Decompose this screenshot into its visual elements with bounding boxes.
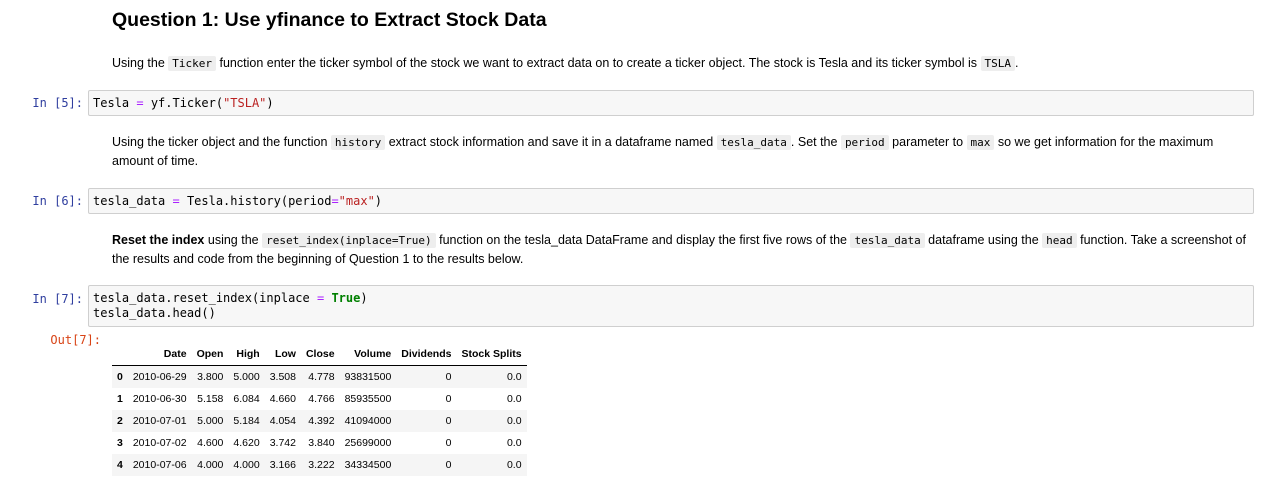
inline-code-head: head [1042,233,1077,248]
row-index: 2 [117,415,123,427]
row-index: 4 [117,459,123,471]
table-cell: 5.184 [233,415,260,427]
table-cell: 3.800 [197,371,224,383]
table-cell: 3.166 [269,459,296,471]
inline-code-reset-index: reset_index(inplace=True) [262,233,436,248]
column-header: High [228,343,265,366]
table-cell: 3.742 [269,437,296,449]
column-header [112,343,128,366]
table-cell: 41094000 [344,415,392,427]
row-index: 0 [117,371,123,383]
table-cell: 0.0 [506,437,522,449]
table-row: 3 2010-07-02 4.600 4.620 3.742 3.840 25699000 0… [112,432,527,454]
column-header: Date [127,343,192,366]
table-cell: 2010-07-06 [132,459,187,471]
output-prompt-7: Out[7]: [50,333,101,347]
table-cell: 85935500 [344,393,392,405]
markdown-instructions-1: Using the Ticker function enter the tick… [112,56,1019,71]
table-cell: 0 [445,415,452,427]
input-prompt-5: In [5]: [32,96,83,110]
table-cell: 2010-06-30 [132,393,187,405]
table-row: 1 2010-06-30 5.158 6.084 4.660 4.766 85935500 0… [112,388,527,410]
table-cell: 34334500 [344,459,392,471]
table-cell: 4.000 [233,459,260,471]
table-cell: 0 [445,437,452,449]
table-cell: 0 [445,371,452,383]
code-cell-5[interactable]: Tesla = yf.Ticker("TSLA") [88,90,1254,116]
question-heading: Question 1: Use yfinance to Extract Stoc… [112,9,547,31]
row-index: 3 [117,437,123,449]
code-cell-6[interactable]: tesla_data = Tesla.history(period="max") [88,188,1254,214]
table-cell: 4.778 [308,371,335,383]
table-row: 0 2010-06-29 3.800 5.000 3.508 4.778 93831500 0… [112,365,527,388]
table-cell: 4.000 [197,459,224,471]
table-cell: 2010-07-02 [132,437,187,449]
column-header: Low [264,343,301,366]
table-cell: 0.0 [506,393,522,405]
table-cell: 4.766 [308,393,335,405]
table-header-row: Date Open High Low Close Volume Dividends Stock… [112,343,527,366]
table-row: 4 2010-07-06 4.000 4.000 3.166 3.222 34334500 0… [112,454,527,476]
column-header: Open [191,343,229,366]
table-cell: 4.392 [308,415,335,427]
row-index: 1 [117,393,123,405]
inline-code-max: max [966,135,995,150]
table-cell: 0 [445,393,452,405]
table-cell: 93831500 [344,371,392,383]
table-cell: 3.222 [308,459,335,471]
table-row: 2 2010-07-01 5.000 5.184 4.054 4.392 41094000 0… [112,410,527,432]
dataframe-output-table: Date Open High Low Close Volume Dividends Stock… [112,343,527,476]
table-cell: 0 [445,459,452,471]
input-prompt-7: In [7]: [32,292,83,306]
markdown-instructions-3: Reset the index using the reset_index(in… [112,233,1246,266]
table-cell: 2010-07-01 [132,415,187,427]
inline-code-tesla-data: tesla_data [716,135,791,150]
code-cell-7[interactable]: tesla_data.reset_index(inplace = True) t… [88,285,1254,327]
table-cell: 0.0 [506,371,522,383]
table-cell: 2010-06-29 [132,371,187,383]
column-header: Stock Splits [456,343,527,366]
table-cell: 25699000 [344,437,392,449]
table-cell: 4.054 [269,415,296,427]
table-cell: 0.0 [506,415,522,427]
markdown-instructions-2: Using the ticker object and the function… [112,135,1214,168]
inline-code-ticker: Ticker [168,56,217,71]
column-header: Close [300,343,340,366]
inline-code-tsla: TSLA [980,56,1016,71]
table-cell: 4.620 [233,437,260,449]
table-cell: 4.600 [197,437,224,449]
inline-code-period: period [840,135,889,150]
table-cell: 5.000 [233,371,260,383]
table-cell: 0.0 [506,459,522,471]
input-prompt-6: In [6]: [32,194,83,208]
inline-code-tesla-data: tesla_data [850,233,925,248]
table-cell: 5.000 [197,415,224,427]
table-cell: 3.508 [269,371,296,383]
column-header: Dividends [396,343,457,366]
table-cell: 4.660 [269,393,296,405]
column-header: Volume [339,343,397,366]
table-cell: 6.084 [233,393,260,405]
table-cell: 5.158 [197,393,224,405]
table-cell: 3.840 [308,437,335,449]
inline-code-history: history [330,135,386,150]
